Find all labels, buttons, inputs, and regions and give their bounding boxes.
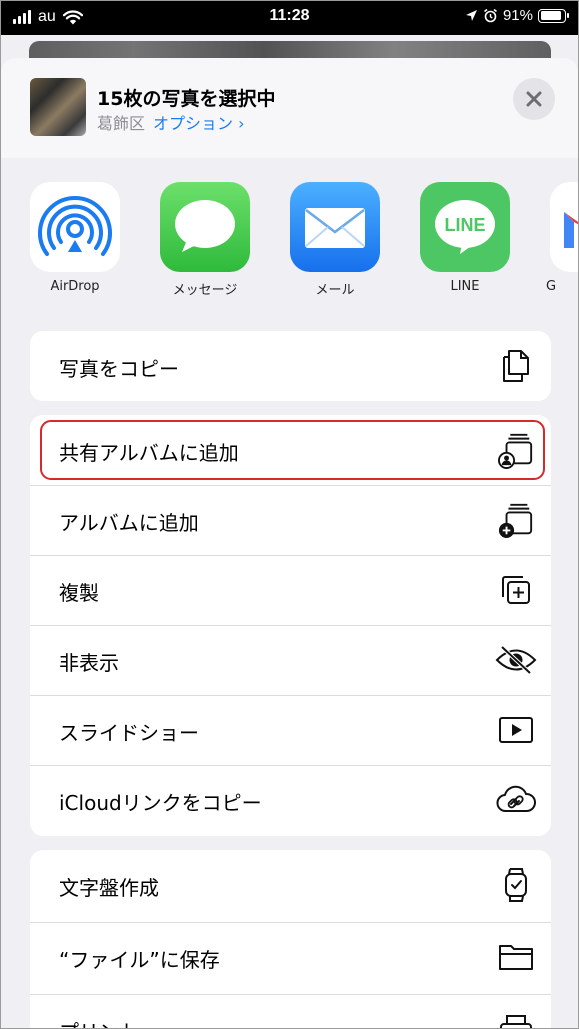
status-bar: au 11:28 91% xyxy=(1,1,578,35)
app-mail[interactable]: メール xyxy=(290,182,380,298)
selection-thumbnail xyxy=(30,78,86,136)
alarm-icon xyxy=(483,8,497,23)
copy-icon xyxy=(498,348,534,384)
share-sheet-header: 15枚の写真を選択中 葛飾区 オプション › xyxy=(1,58,578,158)
location-arrow-icon xyxy=(465,10,477,21)
selection-title: 15枚の写真を選択中 xyxy=(97,88,276,110)
screen: au 11:28 91% 15枚の写真を選択中 葛飾区 オプション › AirD… xyxy=(0,0,579,1029)
app-line[interactable]: LINE LINE xyxy=(420,182,510,294)
action-group-other: 文字盤作成 “ファイル”に保存 プリント xyxy=(30,850,551,1028)
battery-icon xyxy=(538,8,569,23)
selection-subtitle: 葛飾区 オプション › xyxy=(97,110,245,134)
action-group-copy: 写真をコピー xyxy=(30,331,551,401)
app-label: G xyxy=(546,279,557,294)
action-add-shared-album[interactable]: 共有アルバムに追加 xyxy=(30,415,551,485)
icloud-link-icon xyxy=(496,782,536,818)
mail-icon xyxy=(290,182,380,272)
add-album-icon xyxy=(498,502,534,538)
slideshow-icon xyxy=(498,712,534,748)
action-add-to-album[interactable]: アルバムに追加 xyxy=(30,485,551,555)
action-print[interactable]: プリント xyxy=(30,994,551,1028)
action-duplicate[interactable]: 複製 xyxy=(30,555,551,625)
duplicate-icon xyxy=(498,572,534,608)
battery-fill xyxy=(540,11,562,20)
app-airdrop[interactable]: AirDrop xyxy=(30,182,120,294)
gmail-icon xyxy=(550,182,578,272)
line-logo-text: LINE xyxy=(444,215,485,235)
action-label: 文字盤作成 xyxy=(59,876,159,900)
action-create-watch-face[interactable]: 文字盤作成 xyxy=(30,850,551,920)
action-label: 非表示 xyxy=(59,651,119,675)
app-label: メール xyxy=(315,283,355,298)
app-gmail[interactable]: G xyxy=(546,182,578,294)
action-copy-icloud-link[interactable]: iCloudリンクをコピー xyxy=(30,765,551,835)
action-label: 複製 xyxy=(59,581,99,605)
action-save-to-files[interactable]: “ファイル”に保存 xyxy=(30,922,551,992)
action-copy-photos[interactable]: 写真をコピー xyxy=(30,331,551,401)
folder-icon xyxy=(498,939,534,975)
action-label: 共有アルバムに追加 xyxy=(59,441,239,465)
action-hide[interactable]: 非表示 xyxy=(30,625,551,695)
location-label: 葛飾区 xyxy=(97,114,146,133)
print-icon xyxy=(498,1011,534,1028)
hide-icon xyxy=(495,642,537,678)
app-row: AirDrop メッセージ メール LINE LINE G xyxy=(1,158,578,308)
watch-face-icon xyxy=(498,867,534,903)
line-icon: LINE xyxy=(420,182,510,272)
action-group-album: 共有アルバムに追加 アルバムに追加 複製 非表示 スライドショー iCloudリ… xyxy=(30,415,551,836)
status-right: 91% xyxy=(465,7,569,24)
options-link[interactable]: オプション › xyxy=(153,114,245,133)
action-label: “ファイル”に保存 xyxy=(59,948,220,972)
battery-percent: 91% xyxy=(502,7,533,24)
app-messages[interactable]: メッセージ xyxy=(160,182,250,298)
action-label: スライドショー xyxy=(59,721,199,745)
app-label: AirDrop xyxy=(50,279,100,294)
close-icon xyxy=(526,91,542,107)
options-label: オプション xyxy=(153,114,234,133)
app-label: メッセージ xyxy=(172,283,238,298)
app-label: LINE xyxy=(450,279,480,294)
airdrop-icon xyxy=(30,182,120,272)
action-label: アルバムに追加 xyxy=(59,511,199,535)
shared-album-icon xyxy=(498,432,534,469)
chevron-right-icon: › xyxy=(238,114,245,133)
action-label: 写真をコピー xyxy=(59,357,179,381)
action-label: iCloudリンクをコピー xyxy=(59,791,262,815)
action-slideshow[interactable]: スライドショー xyxy=(30,695,551,765)
action-label: プリント xyxy=(59,1016,139,1028)
close-button[interactable] xyxy=(513,78,555,120)
messages-icon xyxy=(160,182,250,272)
